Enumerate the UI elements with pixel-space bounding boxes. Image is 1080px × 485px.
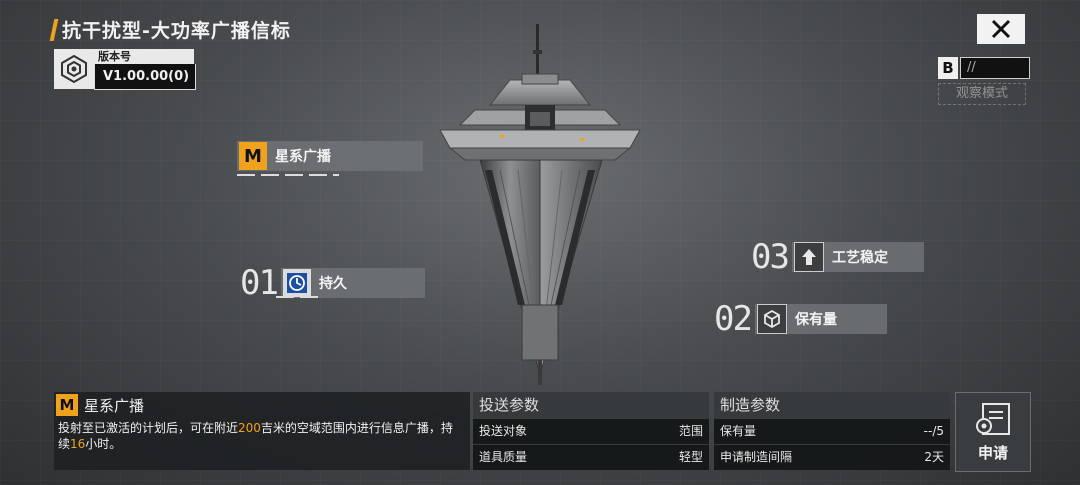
tag-number: 01: [240, 263, 279, 303]
beacon-tower-model[interactable]: [430, 20, 650, 390]
observe-field: //: [960, 57, 1030, 79]
close-icon: [991, 19, 1011, 39]
hexagon-logo-icon: [54, 49, 94, 89]
param-row: 申请制造间隔 2天: [714, 444, 950, 470]
description-panel: M 星系广播 投射至已激活的计划后，可在附近200吉米的空域范围内进行信息广播，…: [54, 392, 470, 470]
tag-label: 工艺稳定: [831, 250, 888, 266]
highlight-range: 200: [238, 421, 261, 435]
delivery-params-panel: 投送参数 投送对象 范围 道具质量 轻型: [473, 392, 709, 470]
document-gear-icon: [976, 402, 1010, 435]
version-label: 版本号: [94, 49, 194, 64]
param-row: 道具质量 轻型: [473, 444, 709, 470]
delivery-params-title: 投送参数: [473, 392, 709, 418]
box-icon: [756, 304, 787, 334]
version-value: V1.00.00(0): [94, 64, 196, 90]
highlight-duration: 16: [70, 437, 86, 451]
title-bar: 抗干扰型-大功率广播信标: [49, 16, 291, 43]
param-row: 投送对象 范围: [473, 418, 709, 444]
apply-button[interactable]: 申请: [955, 392, 1031, 472]
tag-durable[interactable]: 01 持久: [240, 263, 425, 303]
tag-process-stable[interactable]: 03 工艺稳定: [751, 237, 924, 277]
tag-inventory[interactable]: 02 保有量: [714, 299, 887, 339]
tag-label: 持久: [318, 276, 347, 292]
tag-number: 03: [751, 237, 790, 277]
tag-underline: [237, 174, 339, 176]
manufacture-params-title: 制造参数: [714, 392, 950, 418]
tag-underline: [276, 296, 322, 298]
apply-label: 申请: [977, 443, 1008, 462]
tag-galaxy-broadcast[interactable]: M 星系广播: [237, 141, 423, 171]
m-badge: M: [56, 394, 78, 416]
tag-number: 02: [714, 299, 753, 339]
m-badge: M: [239, 142, 267, 170]
upgrade-arrow-icon: [793, 242, 824, 272]
tag-label: 保有量: [794, 312, 837, 328]
version-box: 版本号 V1.00.00(0): [54, 49, 196, 90]
description-text: 投射至已激活的计划后，可在附近200吉米的空域范围内进行信息广播，持续16小时。: [58, 421, 453, 451]
observe-mode-widget: B // 观察模式: [938, 57, 1030, 105]
observe-mode-button[interactable]: 观察模式: [938, 83, 1026, 105]
observe-key: B: [938, 57, 958, 79]
clock-icon: [282, 269, 311, 297]
param-row: 保有量 --/5: [714, 418, 950, 444]
close-button[interactable]: [977, 14, 1025, 44]
tag-label: 星系广播: [275, 149, 331, 165]
manufacture-params-panel: 制造参数 保有量 --/5 申请制造间隔 2天: [714, 392, 950, 470]
page-title: 抗干扰型-大功率广播信标: [62, 20, 291, 42]
description-title: 星系广播: [84, 396, 145, 415]
